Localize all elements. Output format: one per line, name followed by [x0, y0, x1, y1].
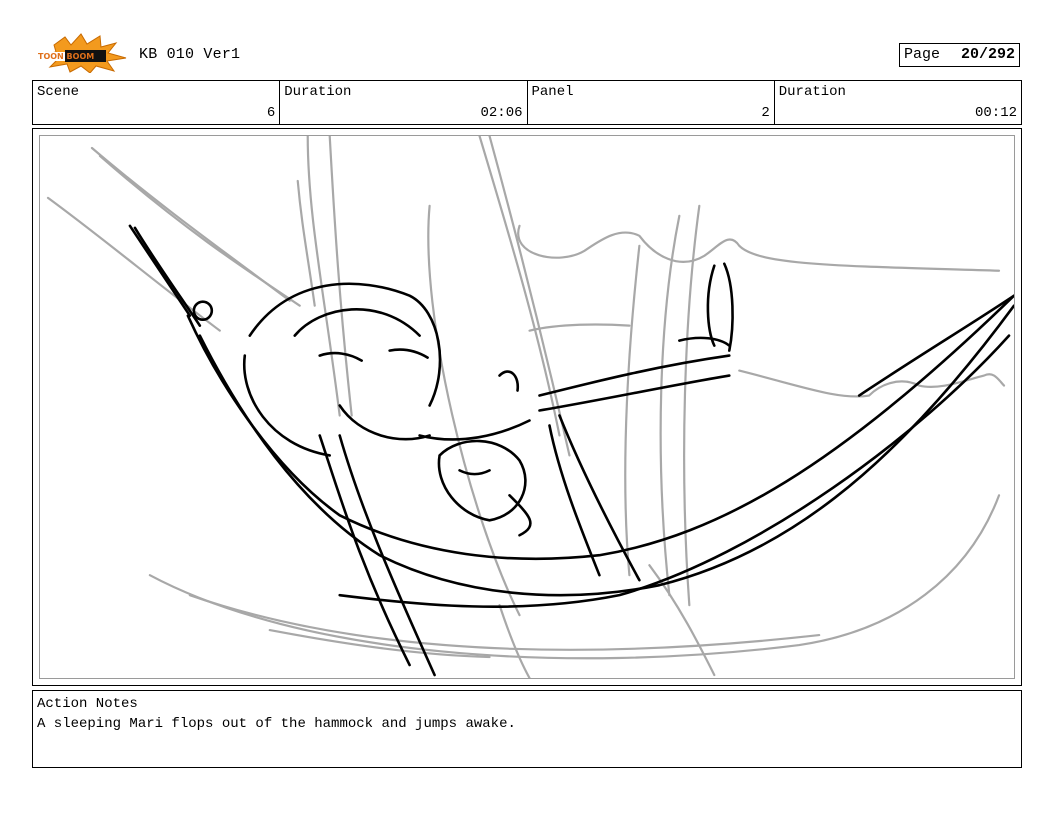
storyboard-frame	[32, 128, 1022, 686]
panel-duration-cell: Duration 00:12	[775, 81, 1021, 124]
scene-value: 6	[266, 105, 276, 121]
page-label: Page	[904, 46, 941, 63]
action-notes-label: Action Notes	[37, 696, 138, 712]
panel-cell: Panel 2	[528, 81, 775, 124]
scene-duration-label: Duration	[284, 84, 352, 100]
scene-cell: Scene 6	[33, 81, 281, 124]
panel-duration-label: Duration	[778, 84, 846, 100]
storyboard-drawing	[39, 135, 1015, 679]
panel-label: Panel	[531, 84, 574, 100]
action-notes: Action Notes A sleeping Mari flops out o…	[32, 690, 1022, 768]
panel-duration-value: 00:12	[974, 105, 1017, 121]
scene-duration-value: 02:06	[480, 105, 523, 121]
toon-boom-logo: TOON BOOM	[34, 33, 128, 74]
document-title: KB 010 Ver1	[139, 46, 241, 63]
page-number: 20/292	[960, 46, 1015, 63]
logo-text: TOON BOOM	[38, 52, 95, 61]
page-counter: Page 20/292	[899, 43, 1020, 67]
scene-duration-cell: Duration 02:06	[280, 81, 528, 124]
action-notes-text: A sleeping Mari flops out of the hammock…	[37, 716, 516, 732]
panel-info-row: Scene 6 Duration 02:06 Panel 2 Duration …	[32, 80, 1022, 125]
scene-label: Scene	[37, 84, 80, 100]
panel-value: 2	[761, 105, 770, 121]
